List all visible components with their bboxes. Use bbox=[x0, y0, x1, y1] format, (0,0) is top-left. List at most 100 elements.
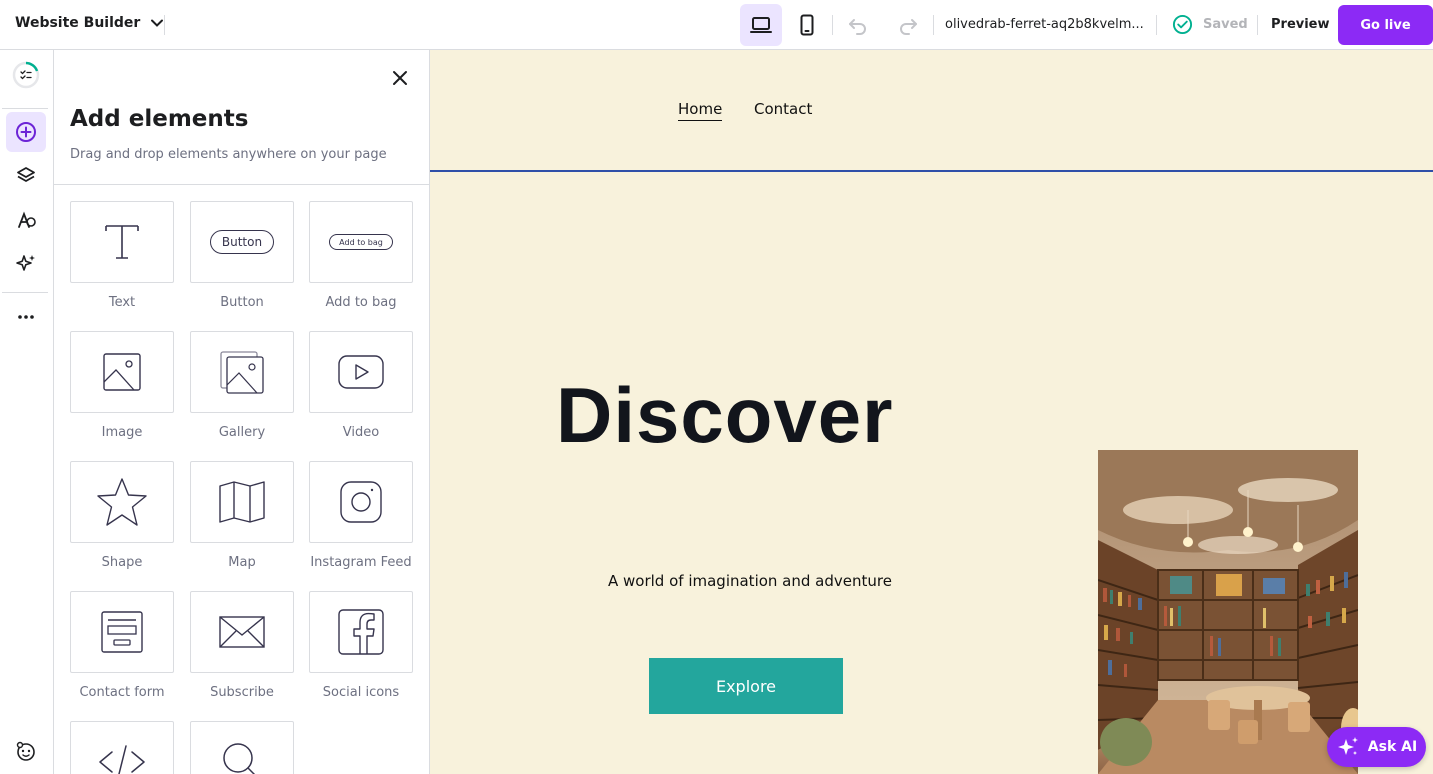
element-tile-gallery[interactable] bbox=[190, 331, 294, 413]
undo-button[interactable] bbox=[837, 4, 879, 46]
desktop-icon bbox=[750, 17, 772, 33]
mobile-icon bbox=[800, 14, 814, 36]
star-icon bbox=[97, 478, 147, 526]
tile-label: Image bbox=[101, 425, 143, 440]
sparkle-icon bbox=[1337, 737, 1358, 755]
button-icon-glyph: Button bbox=[221, 235, 263, 249]
divider bbox=[832, 15, 833, 35]
code-icon bbox=[99, 745, 145, 774]
tile-label: Instagram Feed bbox=[310, 555, 412, 570]
element-tile-button[interactable]: Button bbox=[190, 201, 294, 283]
app-title: Website Builder bbox=[15, 15, 141, 31]
tile-label: Gallery bbox=[218, 425, 266, 440]
panel-title: Add elements bbox=[70, 106, 249, 132]
tile-label: Social icons bbox=[322, 685, 400, 700]
layers-icon bbox=[17, 167, 35, 182]
more-button[interactable] bbox=[6, 297, 46, 337]
website-builder-menu[interactable]: Website Builder bbox=[15, 15, 164, 31]
close-panel-button[interactable] bbox=[388, 66, 412, 90]
divider bbox=[2, 108, 48, 109]
gallery-icon bbox=[220, 351, 264, 394]
add-elements-panel: Add elements Drag and drop elements anyw… bbox=[54, 50, 430, 774]
add-elements-button[interactable] bbox=[6, 112, 46, 152]
go-live-button[interactable]: Go live bbox=[1338, 5, 1433, 45]
divider bbox=[933, 15, 934, 35]
element-tile-search[interactable] bbox=[190, 721, 294, 774]
tile-label: Add to bag bbox=[325, 295, 397, 310]
contact-form-icon bbox=[101, 611, 143, 653]
ask-ai-button[interactable]: Ask AI bbox=[1327, 727, 1426, 767]
help-button[interactable] bbox=[6, 731, 46, 771]
layers-button[interactable] bbox=[6, 156, 46, 196]
divider bbox=[164, 15, 165, 35]
button-icon: Button bbox=[210, 230, 274, 254]
divider bbox=[1156, 15, 1157, 35]
element-tile-video[interactable] bbox=[309, 331, 413, 413]
element-tile-add-to-bag[interactable]: Add to bag bbox=[309, 201, 413, 283]
add-to-bag-icon: Add to bag bbox=[329, 234, 393, 250]
library-illustration bbox=[1098, 450, 1358, 774]
checklist-button[interactable] bbox=[6, 55, 46, 95]
header-divider bbox=[430, 170, 1433, 172]
panel-subtitle: Drag and drop elements anywhere on your … bbox=[70, 147, 387, 162]
mobile-view-button[interactable] bbox=[786, 4, 828, 46]
tile-label: Button bbox=[220, 295, 264, 310]
close-icon bbox=[393, 71, 407, 85]
instagram-icon bbox=[340, 481, 382, 523]
element-tile-image[interactable] bbox=[70, 331, 174, 413]
nav-link-home[interactable]: Home bbox=[678, 100, 723, 121]
page-canvas: Home Contact Discover A world of imagina… bbox=[430, 50, 1433, 774]
nav-link-contact[interactable]: Contact bbox=[754, 100, 812, 118]
hero-image[interactable] bbox=[1098, 450, 1358, 774]
element-tile-map[interactable] bbox=[190, 461, 294, 543]
help-icon bbox=[16, 741, 35, 761]
image-icon bbox=[103, 353, 141, 391]
site-url[interactable]: olivedrab-ferret-aq2b8kvelm... bbox=[945, 17, 1147, 32]
element-tile-embed-code[interactable] bbox=[70, 721, 174, 774]
check-circle-icon bbox=[1172, 14, 1193, 35]
tile-label: Subscribe bbox=[210, 685, 274, 700]
top-bar: Website Builder olivedrab-ferret-aq2b8kv… bbox=[0, 0, 1433, 50]
element-tile-instagram-feed[interactable] bbox=[309, 461, 413, 543]
saved-status: Saved bbox=[1172, 14, 1248, 35]
explore-button[interactable]: Explore bbox=[649, 658, 843, 714]
ai-tools-button[interactable] bbox=[6, 244, 46, 284]
tile-label: Contact form bbox=[79, 685, 165, 700]
divider bbox=[2, 292, 48, 293]
tile-label: Map bbox=[228, 555, 256, 570]
tile-label: Video bbox=[342, 425, 380, 440]
saved-label: Saved bbox=[1203, 17, 1248, 32]
text-icon bbox=[105, 225, 139, 259]
sidebar bbox=[0, 50, 54, 774]
element-tile-contact-form[interactable] bbox=[70, 591, 174, 673]
styles-button[interactable] bbox=[6, 200, 46, 240]
redo-icon bbox=[900, 19, 917, 35]
element-tile-social-icons[interactable] bbox=[309, 591, 413, 673]
map-icon bbox=[219, 481, 265, 523]
tile-label: Shape bbox=[101, 555, 143, 570]
search-icon bbox=[223, 743, 256, 774]
desktop-view-button[interactable] bbox=[740, 4, 782, 46]
element-tile-text[interactable] bbox=[70, 201, 174, 283]
redo-button[interactable] bbox=[887, 4, 929, 46]
preview-button[interactable]: Preview bbox=[1271, 17, 1330, 32]
ask-ai-label: Ask AI bbox=[1367, 739, 1418, 755]
sparkle-icon bbox=[16, 255, 35, 271]
hero-subtitle[interactable]: A world of imagination and adventure bbox=[608, 572, 892, 590]
undo-icon bbox=[849, 19, 866, 35]
add-circle-icon bbox=[16, 122, 36, 142]
element-tile-shape[interactable] bbox=[70, 461, 174, 543]
facebook-icon bbox=[338, 609, 384, 655]
envelope-icon bbox=[219, 616, 265, 648]
hero-title[interactable]: Discover bbox=[556, 370, 894, 461]
element-tile-subscribe[interactable] bbox=[190, 591, 294, 673]
add-to-bag-glyph: Add to bag bbox=[339, 237, 383, 247]
checklist-icon bbox=[12, 61, 40, 89]
tile-label: Text bbox=[108, 295, 136, 310]
more-icon bbox=[18, 315, 34, 319]
divider bbox=[54, 184, 429, 185]
palette-icon bbox=[18, 211, 36, 228]
chevron-down-icon bbox=[151, 19, 164, 27]
divider bbox=[1257, 15, 1258, 35]
video-icon bbox=[338, 355, 384, 389]
